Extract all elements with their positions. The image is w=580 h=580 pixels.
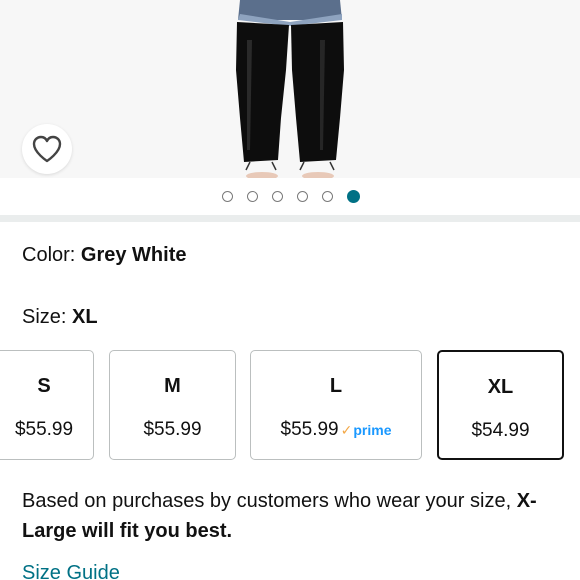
prime-check-icon: ✓ [340, 422, 353, 438]
prime-label: prime [353, 422, 392, 438]
size-option-xl[interactable]: XL $54.99 [437, 350, 564, 460]
size-option-label: XL [487, 376, 514, 398]
size-option-m[interactable]: M $55.99 [109, 350, 236, 460]
size-value: XL [72, 306, 98, 328]
size-option-l[interactable]: L $55.99 ✓prime [250, 350, 422, 460]
size-option-label: M [164, 375, 181, 397]
size-option-label: S [37, 375, 51, 397]
product-image [236, 0, 344, 178]
carousel-dot[interactable] [222, 190, 233, 202]
color-value: Grey White [80, 244, 187, 266]
carousel-dot[interactable] [322, 190, 333, 202]
size-option-s[interactable]: S $55.99 [0, 350, 94, 460]
carousel-dot-active[interactable] [347, 189, 360, 203]
carousel-dot[interactable] [272, 190, 283, 202]
size-selection-label: Size: XL [22, 306, 98, 329]
heart-outline-icon [32, 135, 62, 163]
size-option-label: L [329, 375, 343, 397]
wishlist-button[interactable] [22, 124, 72, 174]
size-option-price: $54.99 [471, 420, 530, 441]
section-divider [0, 215, 580, 222]
fit-recommendation: Based on purchases by customers who wear… [22, 486, 562, 546]
carousel-dot[interactable] [297, 190, 308, 202]
color-label: Color: [22, 244, 81, 266]
product-detail-page: Color: Grey White Size: XL S $55.99 M $5… [0, 0, 580, 580]
fit-recommendation-text: Based on purchases by customers who wear… [22, 490, 517, 512]
size-option-price: $55.99 ✓prime [280, 419, 392, 440]
product-image-carousel[interactable] [0, 0, 580, 178]
prime-badge: ✓prime [341, 422, 392, 438]
size-option-price: $55.99 [14, 419, 74, 440]
size-option-price: $55.99 [143, 419, 202, 440]
carousel-pagination [0, 186, 580, 206]
size-label: Size: [22, 306, 73, 328]
size-guide-link[interactable]: Size Guide [22, 562, 120, 580]
carousel-dot[interactable] [247, 190, 258, 202]
color-selection-label: Color: Grey White [22, 244, 186, 267]
